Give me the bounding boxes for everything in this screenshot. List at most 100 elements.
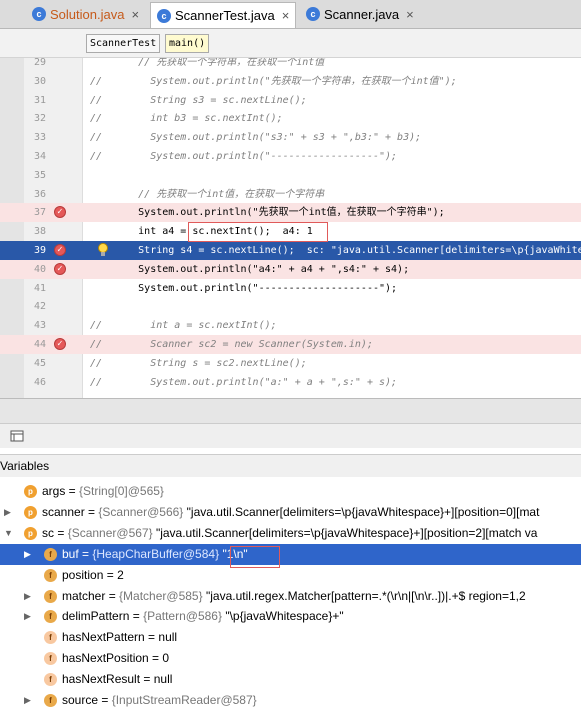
variables-header: Variables (0, 454, 581, 478)
variable-row-hasNextPattern[interactable]: f hasNextPattern = null (0, 627, 581, 648)
code-text: // String s = sc2.nextLine(); (90, 357, 307, 369)
line-number[interactable]: 34 (24, 147, 46, 166)
variables-title: Variables (0, 459, 50, 473)
field-icon: f (44, 568, 57, 582)
close-icon[interactable]: × (406, 7, 414, 22)
tab-label: Scanner.java (324, 6, 400, 22)
close-icon[interactable]: × (282, 8, 290, 23)
breakpoint-icon[interactable]: ✓ (54, 262, 66, 275)
tab-solution-java[interactable]: c Solution.java × (26, 2, 145, 26)
line-number[interactable]: 33 (24, 128, 46, 147)
field-icon: f (44, 694, 57, 707)
current-execution-line[interactable]: 39 ✓ String s4 = sc.nextLine(); sc: "java… (0, 241, 581, 260)
code-line[interactable]: 45 // String s = sc2.nextLine(); (0, 354, 581, 373)
code-line[interactable]: 41 System.out.println("-----------------… (0, 279, 581, 298)
code-editor[interactable]: 29 // 先获取一个字符串，在获取一个int值 30 // System.out.… (0, 58, 581, 398)
line-number[interactable]: 36 (24, 185, 46, 204)
code-line[interactable]: 42 (0, 297, 581, 316)
variable-row-scanner[interactable]: ▶ p scanner = {Scanner@566} "java.util.Sca… (0, 502, 581, 523)
tab-scannertest-java[interactable]: c ScannerTest.java × (150, 2, 297, 28)
variable-type: {Scanner@567} (67, 525, 153, 540)
variables-tree[interactable]: p args = {String[0]@565} ▶ p scanner = {Sca… (0, 477, 581, 723)
variable-name: delimPattern (62, 609, 130, 624)
variable-row-delimPattern[interactable]: ▶ f delimPattern = {Pattern@586} "\p{javaW… (0, 606, 581, 627)
variable-row-hasNextPosition[interactable]: f hasNextPosition = 0 (0, 648, 581, 669)
line-number[interactable]: 42 (24, 297, 46, 316)
field-icon: f (44, 610, 57, 624)
code-line[interactable]: 32 // int b3 = sc.nextInt(); (0, 109, 581, 128)
line-number[interactable]: 31 (24, 91, 46, 110)
code-line[interactable]: 40 ✓ System.out.println("a4:" + a4 + ",s4… (0, 259, 581, 279)
breadcrumb-class[interactable]: ScannerTest (86, 34, 161, 53)
expand-arrow-icon[interactable]: ▶ (4, 502, 11, 523)
variable-row-sc[interactable]: ▼ p sc = {Scanner@567} "java.util.Scanner[… (0, 523, 581, 544)
tab-scanner-java[interactable]: c Scanner.java × (300, 2, 420, 26)
close-icon[interactable]: × (131, 7, 139, 22)
variable-value: "\p{javaWhitespace}+" (225, 609, 344, 624)
variable-name: source (62, 693, 99, 707)
line-number[interactable]: 38 (24, 222, 46, 241)
code-line[interactable]: 34 // System.out.println("---------------… (0, 147, 581, 166)
code-line[interactable]: 37 ✓ System.out.println("先获取一个int值，在获取一个字… (0, 203, 581, 223)
field-icon: f (44, 547, 57, 561)
inline-value-highlight (188, 222, 328, 242)
field-icon: f (44, 589, 57, 603)
value-highlight (230, 546, 280, 568)
variable-name: position (62, 567, 104, 582)
variable-row-position[interactable]: f position = 2 (0, 565, 581, 586)
breadcrumb-method[interactable]: main() (165, 34, 210, 53)
variable-type: {Matcher@585} (119, 588, 203, 603)
variable-value: "java.util.Scanner[delimiters=\p{javaWhi… (155, 525, 538, 540)
line-number[interactable]: 44 (24, 335, 46, 354)
line-number[interactable]: 37 (24, 203, 46, 222)
line-number[interactable]: 45 (24, 354, 46, 373)
line-number[interactable]: 46 (24, 373, 46, 392)
code-line[interactable]: 33 // System.out.println("s3:" + s3 + ",b… (0, 128, 581, 147)
expand-arrow-icon[interactable]: ▶ (24, 606, 31, 627)
variable-row-matcher[interactable]: ▶ f matcher = {Matcher@585} "java.util.reg… (0, 586, 581, 607)
line-number[interactable]: 32 (24, 109, 46, 128)
line-number[interactable]: 41 (24, 279, 46, 298)
java-class-icon: c (32, 7, 46, 21)
parameter-icon: p (24, 505, 37, 519)
breadcrumb: ScannerTest main() (0, 29, 581, 58)
line-number[interactable]: 40 (24, 260, 46, 279)
variable-value: 2 (117, 567, 124, 582)
variable-row-source[interactable]: ▶ f source = {InputStreamReader@587} (0, 690, 581, 711)
expand-arrow-icon[interactable]: ▶ (24, 690, 31, 711)
variable-row-buf[interactable]: ▶ f buf = {HeapCharBuffer@584} "1\n" (0, 543, 581, 565)
line-number[interactable]: 29 (24, 58, 46, 72)
variable-value: null (158, 630, 178, 645)
code-line[interactable]: 44 ✓ // Scanner sc2 = new Scanner(System.i… (0, 335, 581, 354)
code-line[interactable]: 46 // System.out.println("a:" + a + ",s:"… (0, 373, 581, 392)
breakpoint-icon[interactable]: ✓ (54, 244, 66, 256)
code-line[interactable]: 43 // int a = sc.nextInt(); (0, 316, 581, 335)
variable-value: null (153, 672, 173, 687)
variable-value: "java.util.Scanner[delimiters=\p{javaWhi… (186, 504, 540, 519)
breakpoint-icon[interactable]: ✓ (54, 206, 66, 219)
code-line[interactable]: 30 // System.out.println("先获取一个字符串，在获取一个i… (0, 72, 581, 91)
line-number[interactable]: 39 (24, 241, 46, 260)
line-number[interactable]: 30 (24, 72, 46, 91)
expand-arrow-icon[interactable]: ▶ (24, 544, 31, 565)
collapse-arrow-icon[interactable]: ▼ (4, 523, 13, 544)
code-line[interactable]: 29 // 先获取一个字符串，在获取一个int值 (0, 58, 581, 72)
expand-arrow-icon[interactable]: ▶ (24, 586, 31, 607)
variable-type: {HeapCharBuffer@584} (92, 546, 220, 561)
variable-name: hasNextResult (62, 672, 141, 687)
variable-row-args[interactable]: p args = {String[0]@565} (0, 481, 581, 502)
variable-name: matcher (62, 588, 106, 603)
code-line[interactable]: 31 // String s3 = sc.nextLine(); (0, 91, 581, 110)
line-number[interactable]: 35 (24, 166, 46, 185)
breakpoint-icon[interactable]: ✓ (54, 338, 66, 350)
line-number[interactable]: 43 (24, 316, 46, 335)
code-text: // String s3 = sc.nextLine(); (90, 94, 307, 106)
code-text: // 先获取一个int值，在获取一个字符串 (90, 188, 325, 200)
code-line[interactable]: 36 // 先获取一个int值，在获取一个字符串 (0, 185, 581, 204)
code-text: // System.out.println("先获取一个字符串，在获取一个int… (90, 75, 457, 87)
java-class-icon: c (306, 7, 320, 21)
panel-splitter[interactable] (0, 398, 581, 424)
frames-icon[interactable] (10, 429, 24, 443)
code-line[interactable]: 35 (0, 166, 581, 185)
variable-row-hasNextResult[interactable]: f hasNextResult = null (0, 669, 581, 690)
